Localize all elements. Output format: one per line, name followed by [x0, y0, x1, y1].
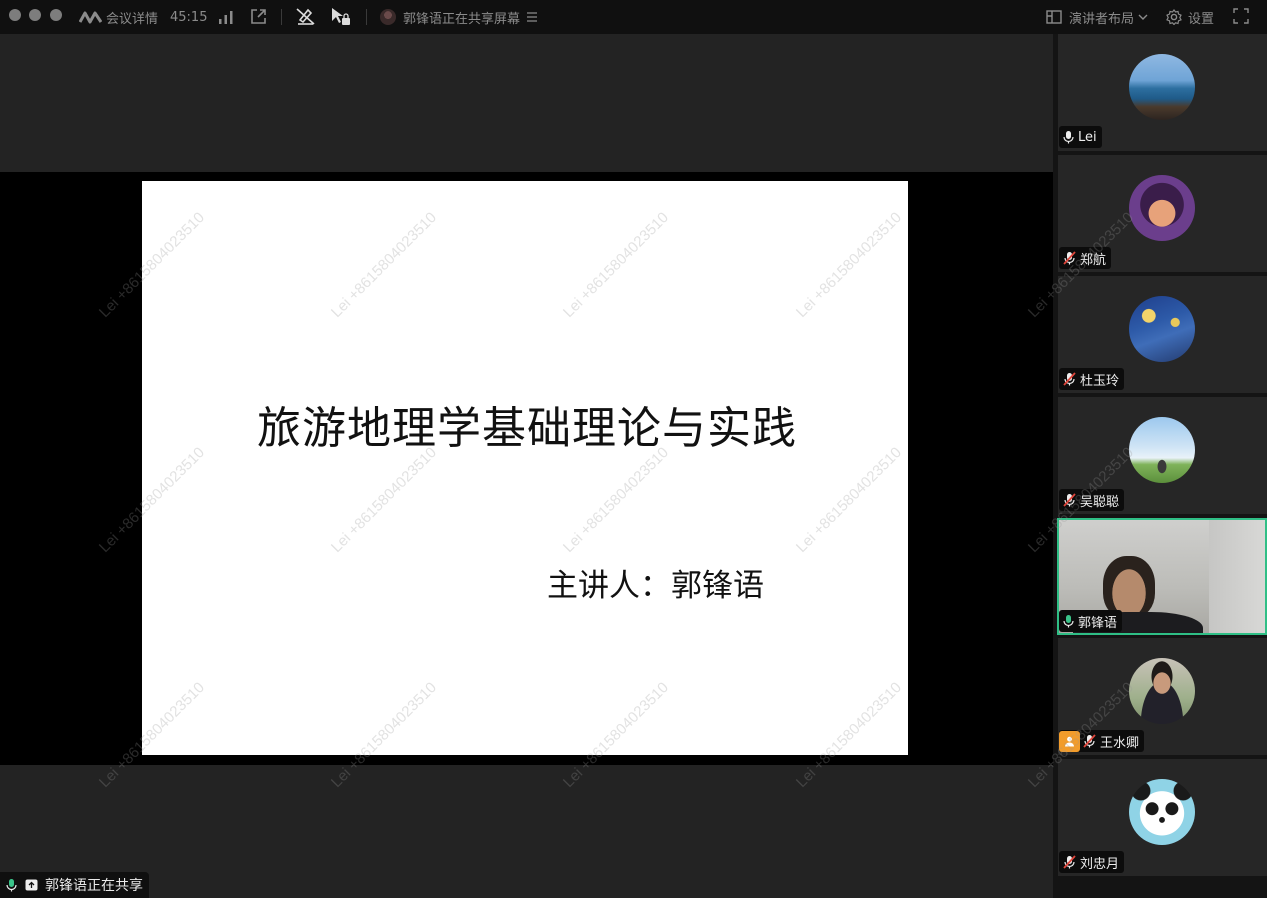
layout-icon	[1046, 10, 1062, 24]
remote-control-icon[interactable]	[330, 6, 351, 27]
title-bar: 会议详情 45:15 郭锋语正在共享屏幕 演讲者布局 设置	[0, 0, 1267, 34]
avatar	[1129, 54, 1195, 120]
sharer-avatar-icon	[380, 9, 396, 25]
presentation-slide	[142, 181, 908, 755]
participant-tile[interactable]: Lei	[1058, 34, 1267, 151]
maximize-window-button[interactable]	[50, 9, 62, 21]
wall-shadow	[1209, 520, 1265, 633]
toolbar-divider	[366, 9, 367, 25]
avatar	[1129, 296, 1195, 362]
participant-name: 杜玉玲	[1080, 373, 1120, 389]
person-icon	[1065, 736, 1074, 746]
fullscreen-icon[interactable]	[1233, 8, 1249, 24]
participant-name: 郭锋语	[1078, 615, 1118, 631]
slide-title: 旅游地理学基础理论与实践	[257, 403, 797, 454]
avatar	[1129, 175, 1195, 241]
microphone-muted-icon	[1063, 251, 1076, 265]
participant-name: 吴聪聪	[1080, 494, 1120, 510]
meeting-details-button[interactable]: 会议详情	[79, 0, 158, 34]
participant-tile[interactable]: 杜玉玲	[1058, 276, 1267, 393]
microphone-muted-icon	[1063, 493, 1076, 507]
microphone-muted-icon	[1063, 372, 1076, 386]
screen-sharing-indicator: 郭锋语正在共享	[0, 872, 149, 898]
toolbar-divider	[281, 9, 282, 25]
participant-name: 刘忠月	[1080, 856, 1120, 872]
participant-tile[interactable]: 郑航	[1058, 155, 1267, 272]
microphone-speaking-icon	[1063, 615, 1074, 628]
participant-name-tag: 王水卿	[1059, 730, 1145, 752]
participant-tile[interactable]: 刘忠月	[1058, 759, 1267, 876]
stage-top-area	[0, 34, 1053, 172]
screen-share-icon	[25, 879, 38, 891]
microphone-speaking-icon	[6, 879, 17, 892]
participant-name-tag: 刘忠月	[1059, 851, 1125, 873]
sharing-status[interactable]: 郭锋语正在共享屏幕	[380, 0, 538, 34]
participant-name-tag: 郑航	[1059, 247, 1112, 269]
avatar	[1129, 779, 1195, 845]
participant-name-tag: Lei	[1059, 126, 1102, 148]
participant-tile[interactable]: 吴聪聪	[1058, 397, 1267, 514]
participant-name-tag: 吴聪聪	[1059, 489, 1125, 511]
avatar	[1129, 658, 1195, 724]
participant-name: 郑航	[1080, 252, 1107, 268]
chevron-down-icon	[1138, 14, 1148, 20]
sharing-status-label: 郭锋语正在共享屏幕	[403, 11, 521, 27]
share-link-icon[interactable]	[250, 8, 267, 25]
participant-name-tag: 杜玉玲	[1059, 368, 1125, 390]
settings-button[interactable]: 设置	[1166, 0, 1214, 34]
meeting-details-label: 会议详情	[106, 11, 159, 27]
signal-strength-icon[interactable]	[218, 9, 234, 25]
close-window-button[interactable]	[9, 9, 21, 21]
stage-bottom-area	[0, 765, 1053, 898]
microphone-icon	[1063, 131, 1074, 144]
annotation-icon[interactable]	[296, 7, 315, 26]
active-speaker-tile[interactable]: 郭锋语	[1057, 518, 1267, 635]
settings-label: 设置	[1188, 11, 1215, 27]
microphone-muted-icon	[1063, 855, 1076, 869]
avatar	[1129, 417, 1195, 483]
layout-switcher[interactable]: 演讲者布局	[1046, 0, 1148, 34]
gear-icon	[1166, 9, 1182, 25]
layout-label: 演讲者布局	[1069, 11, 1135, 27]
participant-name-tag: 郭锋语	[1059, 610, 1123, 632]
participant-name: Lei	[1078, 129, 1097, 145]
minimize-window-button[interactable]	[29, 9, 41, 21]
participant-name: 王水卿	[1100, 735, 1140, 751]
host-badge	[1059, 730, 1080, 752]
meeting-duration: 45:15	[170, 9, 208, 25]
speaker-head	[1103, 556, 1155, 618]
sharing-indicator-label: 郭锋语正在共享	[45, 878, 143, 894]
app-logo-icon	[79, 11, 102, 24]
participant-tile[interactable]: 王水卿	[1058, 638, 1267, 755]
list-icon	[527, 12, 538, 22]
microphone-muted-icon	[1083, 734, 1096, 748]
slide-presenter: 主讲人：郭锋语	[547, 568, 764, 604]
